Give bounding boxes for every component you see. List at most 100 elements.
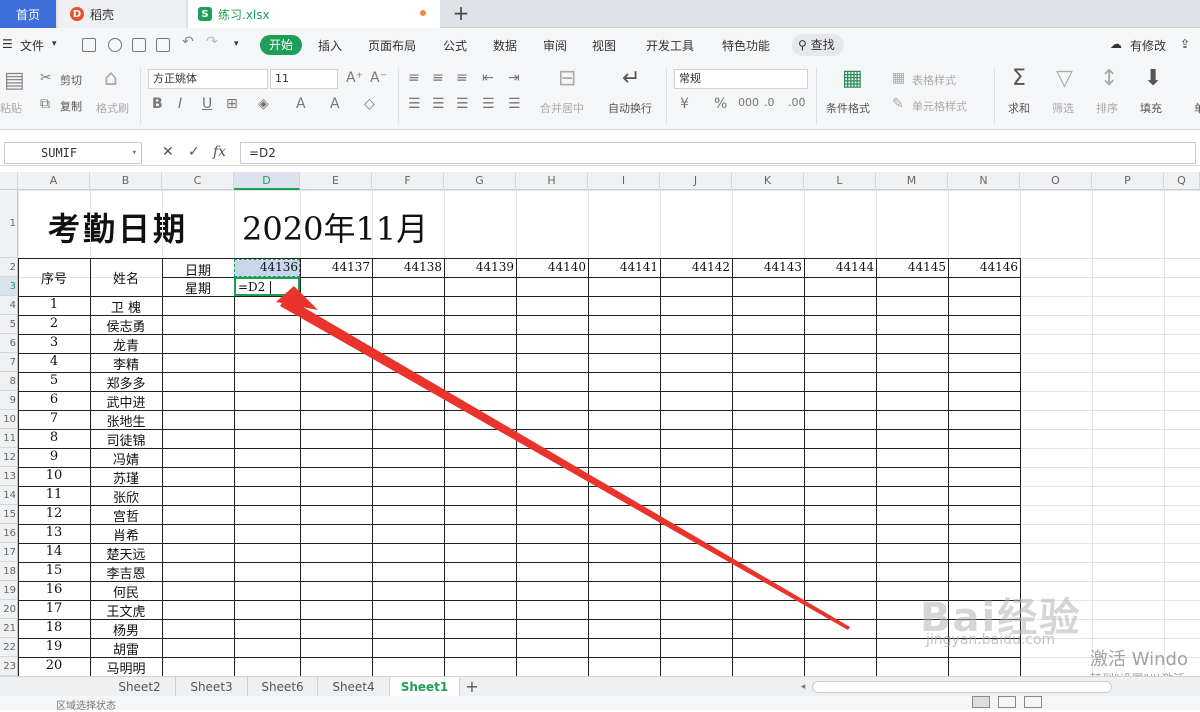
column-header-f[interactable]: F xyxy=(372,172,444,190)
conditional-format-button[interactable]: 条件格式 xyxy=(826,100,870,116)
chevron-down-icon[interactable]: ▾ xyxy=(52,39,57,49)
sum-button[interactable]: 求和 xyxy=(1008,100,1030,116)
menu-start[interactable]: 开始 xyxy=(260,35,302,55)
row-header[interactable]: 12 xyxy=(0,448,17,467)
column-header-b[interactable]: B xyxy=(90,172,162,190)
row-header[interactable]: 13 xyxy=(0,467,17,486)
menu-review[interactable]: 审阅 xyxy=(543,37,567,54)
distribute-icon[interactable]: ☰ xyxy=(508,96,521,112)
decrease-font-icon[interactable]: A⁻ xyxy=(370,70,387,86)
column-header-h[interactable]: H xyxy=(516,172,588,190)
decrease-decimal-icon[interactable]: .00 xyxy=(788,96,806,109)
formula-input[interactable]: =D2 xyxy=(240,142,1196,164)
font-name-select[interactable]: 方正姚体 xyxy=(148,69,268,89)
fill-button[interactable]: 填充 xyxy=(1140,100,1162,116)
percent-icon[interactable]: % xyxy=(714,96,727,112)
cancel-formula-icon[interactable]: ✕ xyxy=(162,144,174,160)
row-header[interactable]: 10 xyxy=(0,410,17,429)
menu-view[interactable]: 视图 xyxy=(592,37,616,54)
wrap-text-button[interactable]: 自动换行 xyxy=(608,100,652,116)
copy-button[interactable]: 复制 xyxy=(60,98,82,114)
merge-center-button[interactable]: 合并居中 xyxy=(540,100,584,116)
chevron-down-icon[interactable]: ▾ xyxy=(132,143,137,163)
row-header[interactable]: 5 xyxy=(0,315,17,334)
row-header[interactable]: 3 xyxy=(0,277,17,296)
save-icon[interactable] xyxy=(82,38,96,52)
indent-decrease-icon[interactable]: ⇤ xyxy=(482,70,494,86)
format-painter-button[interactable]: 格式刷 xyxy=(96,100,129,116)
row-header[interactable]: 11 xyxy=(0,429,17,448)
align-center-icon[interactable]: ☰ xyxy=(432,96,445,112)
cloud-sync-icon[interactable]: ☁ xyxy=(1110,37,1122,51)
indent-increase-icon[interactable]: ⇥ xyxy=(508,70,520,86)
row-header[interactable]: 17 xyxy=(0,543,17,562)
number-format-select[interactable]: 常规 xyxy=(674,69,808,89)
menu-data[interactable]: 数据 xyxy=(493,37,517,54)
select-all-corner[interactable] xyxy=(0,172,18,190)
page-break-view-icon[interactable] xyxy=(1024,696,1042,708)
row-header[interactable]: 6 xyxy=(0,334,17,353)
align-left-icon[interactable]: ☰ xyxy=(408,96,421,112)
clear-format-icon[interactable]: A xyxy=(330,96,340,112)
justify-icon[interactable]: ☰ xyxy=(482,96,495,112)
row-header[interactable]: 9 xyxy=(0,391,17,410)
column-header-m[interactable]: M xyxy=(876,172,948,190)
print-preview-icon[interactable] xyxy=(156,38,170,52)
redo-icon[interactable]: ↷ xyxy=(206,34,218,50)
hamburger-icon[interactable]: ☰ xyxy=(2,37,13,51)
thousands-icon[interactable]: 000 xyxy=(738,96,759,109)
border-icon[interactable]: ⊞ xyxy=(226,96,238,112)
page-layout-view-icon[interactable] xyxy=(998,696,1016,708)
tab-file[interactable]: S 练习.xlsx xyxy=(188,0,440,28)
row-header[interactable]: 8 xyxy=(0,372,17,391)
undo-icon[interactable]: ↶ xyxy=(182,34,194,50)
sheet-tab-sheet4[interactable]: Sheet4 xyxy=(318,677,390,697)
column-header-j[interactable]: J xyxy=(660,172,732,190)
paste-button[interactable]: 粘贴 xyxy=(0,100,22,116)
increase-font-icon[interactable]: A⁺ xyxy=(346,70,363,86)
column-header-g[interactable]: G xyxy=(444,172,516,190)
italic-icon[interactable]: I xyxy=(178,96,182,112)
row-header[interactable]: 15 xyxy=(0,505,17,524)
search-button[interactable]: ⚲ 查找 xyxy=(792,34,844,56)
name-box[interactable]: SUMIF ▾ xyxy=(4,142,142,164)
column-header-i[interactable]: I xyxy=(588,172,660,190)
row-header[interactable]: 2 xyxy=(0,258,17,277)
column-header-k[interactable]: K xyxy=(732,172,804,190)
insert-function-icon[interactable]: fx xyxy=(213,144,226,160)
row-header[interactable]: 14 xyxy=(0,486,17,505)
print-icon[interactable] xyxy=(132,38,146,52)
menu-formulas[interactable]: 公式 xyxy=(443,37,467,54)
row-header[interactable]: 7 xyxy=(0,353,17,372)
currency-icon[interactable]: ¥ xyxy=(680,96,689,112)
row-header[interactable]: 1 xyxy=(0,190,17,258)
align-top-icon[interactable]: ≡ xyxy=(408,70,420,86)
share-icon[interactable]: ⇪ xyxy=(1180,37,1190,51)
font-size-select[interactable]: 11 xyxy=(270,69,338,89)
row-header[interactable]: 16 xyxy=(0,524,17,543)
column-header-n[interactable]: N xyxy=(948,172,1020,190)
row-header[interactable]: 21 xyxy=(0,619,17,638)
row-header[interactable]: 4 xyxy=(0,296,17,315)
column-header-l[interactable]: L xyxy=(804,172,876,190)
single-button[interactable]: 单 xyxy=(1194,100,1200,116)
fill-color-icon[interactable]: ◈ xyxy=(258,96,269,112)
increase-decimal-icon[interactable]: .0 xyxy=(764,96,775,109)
bold-icon[interactable]: B xyxy=(152,96,163,112)
cell-style-button[interactable]: 单元格样式 xyxy=(912,98,967,114)
tab-daoke[interactable]: D 稻壳 xyxy=(58,0,186,28)
menu-page-layout[interactable]: 页面布局 xyxy=(368,37,416,54)
column-header-c[interactable]: C xyxy=(162,172,234,190)
normal-view-icon[interactable] xyxy=(972,696,990,708)
menu-file[interactable]: 文件 xyxy=(20,37,44,54)
add-sheet-button[interactable]: + xyxy=(460,677,484,697)
column-header-a[interactable]: A xyxy=(18,172,90,190)
quick-access-more-icon[interactable]: ▾ xyxy=(234,39,239,49)
column-header-e[interactable]: E xyxy=(300,172,372,190)
scroll-left-icon[interactable]: ◂ xyxy=(796,680,810,694)
menu-special[interactable]: 特色功能 xyxy=(722,37,770,54)
column-header-p[interactable]: P xyxy=(1092,172,1164,190)
align-bottom-icon[interactable]: ≡ xyxy=(456,70,468,86)
row-header[interactable]: 18 xyxy=(0,562,17,581)
paste-icon[interactable]: ▤ xyxy=(4,68,25,93)
